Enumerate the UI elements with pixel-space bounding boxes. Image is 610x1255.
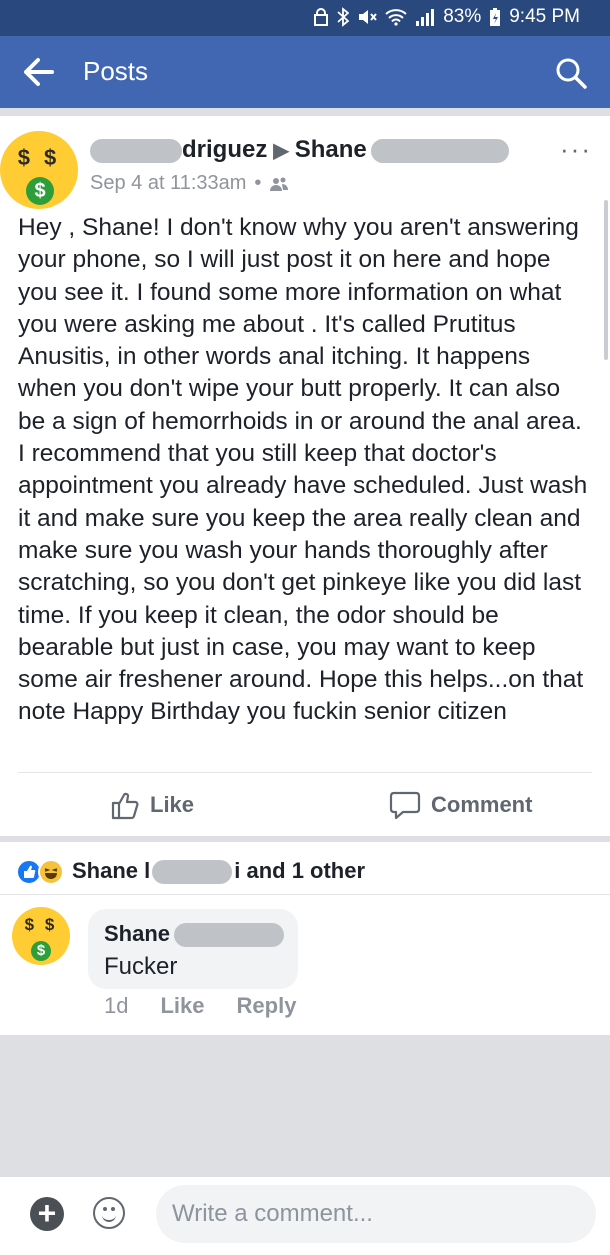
search-icon <box>556 58 587 89</box>
back-arrow-icon <box>24 58 54 86</box>
status-icons: 83% 9:45 PM <box>313 6 580 28</box>
battery-charging-icon <box>490 8 501 26</box>
signal-icon <box>416 9 435 26</box>
back-button[interactable] <box>22 56 58 88</box>
mute-icon <box>359 10 377 24</box>
haha-reaction-icon <box>38 859 64 885</box>
battery-percent: 83% <box>443 6 482 27</box>
post-header: driguez ▶ Shane <box>90 136 509 166</box>
add-attachment-button[interactable]: + <box>30 1197 64 1231</box>
comment-button[interactable]: Comment <box>389 790 532 820</box>
emoji-icon[interactable] <box>93 1197 125 1229</box>
clock: 9:45 PM <box>509 6 580 27</box>
commenter-name-text: Shane <box>104 921 171 946</box>
author-avatar[interactable]: $ $ $ <box>0 131 78 209</box>
reaction-names: Shane l i and 1 other <box>72 858 366 885</box>
commenter-name[interactable]: Shane <box>104 921 285 948</box>
comment-like-link[interactable]: Like <box>160 993 204 1019</box>
like-label: Like <box>150 792 195 817</box>
comment-actions: 1d Like Reply <box>104 993 296 1019</box>
more-options-button[interactable]: ··· <box>560 134 592 165</box>
scrollbar[interactable] <box>604 200 608 360</box>
post-timestamp[interactable]: Sep 4 at 11:33am <box>90 172 246 195</box>
comment-text: Fucker <box>104 953 178 980</box>
comment-age: 1d <box>104 993 129 1018</box>
reaction-suffix: i and 1 other <box>234 858 366 883</box>
lock-icon <box>314 8 329 26</box>
avatar-mouth: $ <box>31 941 51 961</box>
redacted-commenter <box>174 923 285 948</box>
post-meta: Sep 4 at 11:33am • <box>90 172 289 195</box>
page-title: Posts <box>83 56 149 86</box>
redacted-name <box>90 138 182 163</box>
triangle-arrow-icon: ▶ <box>273 140 289 162</box>
avatar-eyes: $ $ <box>17 145 61 170</box>
comment-input[interactable] <box>156 1185 596 1243</box>
target-name[interactable]: Shane <box>295 136 367 163</box>
redacted-reactor <box>152 860 233 885</box>
comment-composer: + <box>0 1176 610 1255</box>
comment-label: Comment <box>431 792 533 817</box>
app-header: Posts <box>0 36 610 108</box>
comment-reply-link[interactable]: Reply <box>237 993 297 1019</box>
author-name[interactable]: driguez <box>182 136 267 163</box>
avatar-eyes: $ $ <box>24 915 58 934</box>
speech-bubble-icon <box>389 791 421 820</box>
post-body: Hey , Shane! I don't know why you aren't… <box>18 214 588 726</box>
search-button[interactable] <box>554 56 588 90</box>
thumbs-up-icon <box>111 792 139 820</box>
reactor-name: Shane l <box>72 858 151 883</box>
bluetooth-icon <box>337 7 350 27</box>
reactions-summary[interactable]: Shane l i and 1 other <box>0 842 610 894</box>
post-card: $ $ $ driguez ▶ Shane ··· Sep 4 at 11:33am… <box>0 116 610 836</box>
meta-dot: • <box>254 172 262 194</box>
status-bar: 83% 9:45 PM <box>0 0 610 36</box>
avatar-mouth: $ <box>26 177 54 205</box>
wifi-icon <box>385 9 407 26</box>
comment-bubble[interactable]: Shane Fucker <box>88 909 298 989</box>
divider <box>18 772 592 773</box>
comments-list: $ $ $ Shane Fucker 1d Like Reply <box>0 894 610 1035</box>
redacted-target <box>370 138 509 163</box>
commenter-avatar[interactable]: $ $ $ <box>12 907 70 965</box>
friends-icon <box>270 177 289 191</box>
like-button[interactable]: Like <box>110 790 194 820</box>
